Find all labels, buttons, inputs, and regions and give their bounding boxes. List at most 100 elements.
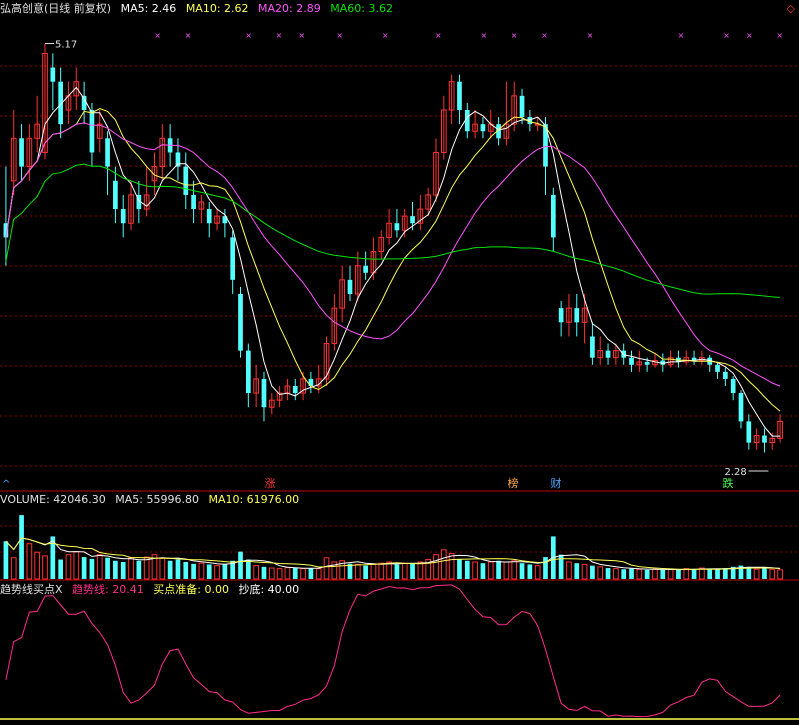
event-x-marker: × xyxy=(435,31,442,40)
volume-bar xyxy=(81,557,87,579)
candle-body xyxy=(746,421,752,443)
volume-bar xyxy=(354,563,361,580)
marker-cai: 财 xyxy=(551,476,562,490)
event-x-marker: × xyxy=(276,31,283,40)
candle-body xyxy=(19,138,24,167)
ma10-line xyxy=(5,108,781,412)
volume-bar xyxy=(10,557,17,580)
candle-body xyxy=(261,378,267,408)
volume-bar xyxy=(183,561,189,579)
volume-bar xyxy=(222,563,228,579)
volume-bar xyxy=(457,559,462,579)
volume-bar xyxy=(65,554,72,580)
candle-body xyxy=(410,216,415,224)
volume-bar xyxy=(777,569,783,580)
main-header: 弘高创意(日线 前复权) MA5: 2.46 MA10: 2.62 MA20: … xyxy=(0,2,399,16)
volume-bar xyxy=(19,515,24,579)
candle-body xyxy=(550,194,556,238)
volume-bar xyxy=(89,558,95,579)
marker-bang: 榜 xyxy=(508,476,519,490)
candle-body xyxy=(480,124,486,132)
volume-bar xyxy=(472,561,478,580)
candle-body xyxy=(723,371,728,379)
event-x-marker: × xyxy=(678,31,685,40)
event-x-marker: × xyxy=(723,31,730,40)
volume-bar xyxy=(652,568,658,580)
volume-bar xyxy=(26,543,33,580)
corner-diamond-icon[interactable]: ◇ xyxy=(787,2,795,15)
bottom-label: 抄底: 40.00 xyxy=(238,583,300,596)
volume-bar xyxy=(198,562,205,580)
volume-bar xyxy=(128,557,134,580)
high-price-label: 5.17 xyxy=(55,39,77,50)
event-x-marker: × xyxy=(185,31,192,40)
volume-bar xyxy=(105,557,110,579)
volume-bar xyxy=(629,568,634,579)
volume-bar xyxy=(417,561,424,580)
candle-body xyxy=(347,279,353,294)
volume-bar xyxy=(433,554,439,580)
candle-body xyxy=(574,308,580,323)
volume-bar xyxy=(292,568,298,579)
candle-body xyxy=(457,81,462,110)
ma5-label: MA5: 2.46 xyxy=(120,2,177,15)
volume-bar xyxy=(691,569,697,579)
event-x-marker: × xyxy=(245,31,252,40)
volume-ma5-label: MA5: 55996.80 xyxy=(115,493,199,506)
candle-body xyxy=(292,386,298,394)
candle-body xyxy=(363,265,368,273)
candle-body xyxy=(113,180,118,210)
event-x-marker: × xyxy=(154,31,161,40)
stock-name: 弘高创意(日线 前复权) xyxy=(0,2,112,15)
volume-bar xyxy=(676,569,681,579)
volume-bar xyxy=(308,568,314,579)
candle-body xyxy=(605,350,611,358)
volume-bar xyxy=(120,561,126,579)
event-x-marker: × xyxy=(382,31,389,40)
volume-bar xyxy=(511,560,518,580)
ma60-label: MA60: 3.62 xyxy=(330,2,393,15)
candle-body xyxy=(183,166,189,195)
volume-bar xyxy=(394,564,400,579)
volume-bar xyxy=(410,563,415,579)
volume-bar xyxy=(621,569,627,579)
marker-zhang: 涨 xyxy=(265,477,276,490)
event-x-marker: × xyxy=(298,31,305,40)
volume-bar xyxy=(707,568,713,579)
candle-body xyxy=(105,138,110,167)
event-x-marker: × xyxy=(776,31,783,40)
volume-bar xyxy=(167,560,173,579)
candle-body xyxy=(238,294,243,351)
volume-bar xyxy=(386,561,392,580)
volume-bar xyxy=(214,565,220,580)
trend-label: 趋势线: 20.41 xyxy=(72,583,144,596)
event-x-marker: × xyxy=(480,31,487,40)
trend-line xyxy=(5,584,781,718)
volume-bar xyxy=(315,568,322,580)
candle-body xyxy=(50,67,56,82)
volume-bar xyxy=(363,565,368,579)
volume-bar xyxy=(762,568,767,579)
chart-stage: × × × × × × × × × × × × × × × × 5.17 2.28 涨榜财跌 ^ 弘高创意(日线 前复… xyxy=(0,0,799,721)
event-x-marker: × xyxy=(587,31,594,40)
volume-bar xyxy=(440,549,447,580)
volume-bar xyxy=(191,563,196,579)
volume-bar xyxy=(136,560,142,579)
volume-bar xyxy=(370,563,377,580)
volume-bar xyxy=(464,560,470,579)
marker-die: 跌 xyxy=(723,476,734,490)
volume-bar xyxy=(73,551,80,580)
volume-bar xyxy=(96,554,103,580)
volume-bar xyxy=(143,556,150,580)
volume-bar xyxy=(276,568,283,580)
candle-body xyxy=(519,95,525,118)
candle-body xyxy=(120,209,126,224)
volume-bar xyxy=(683,568,690,580)
volume-bar xyxy=(323,557,330,580)
volume-bar xyxy=(597,566,604,580)
candle-body xyxy=(590,336,595,358)
volume-bar xyxy=(769,568,776,580)
event-x-marker: × xyxy=(746,31,753,40)
volume-bar xyxy=(715,569,720,579)
volume-bar xyxy=(543,557,548,579)
